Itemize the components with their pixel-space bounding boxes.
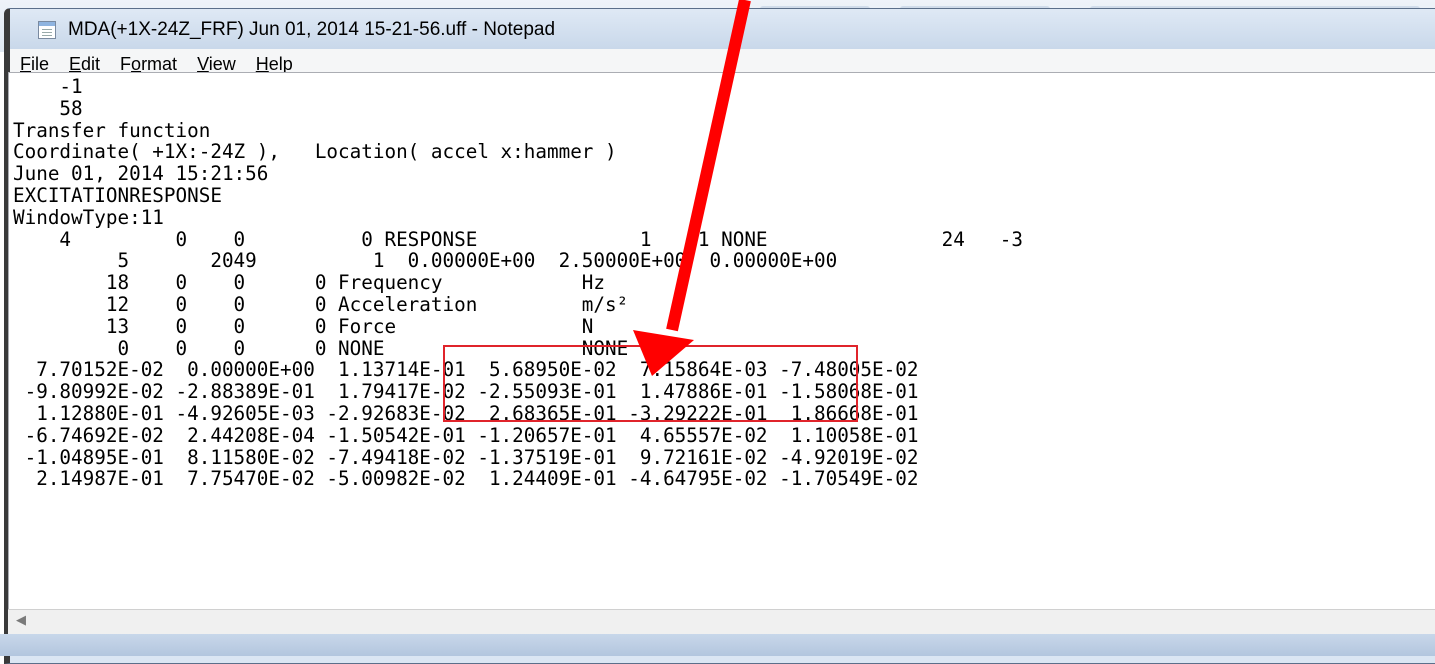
annotation-arrow [633,0,751,376]
arrow-shaft [666,0,751,332]
arrow-head [633,330,694,376]
